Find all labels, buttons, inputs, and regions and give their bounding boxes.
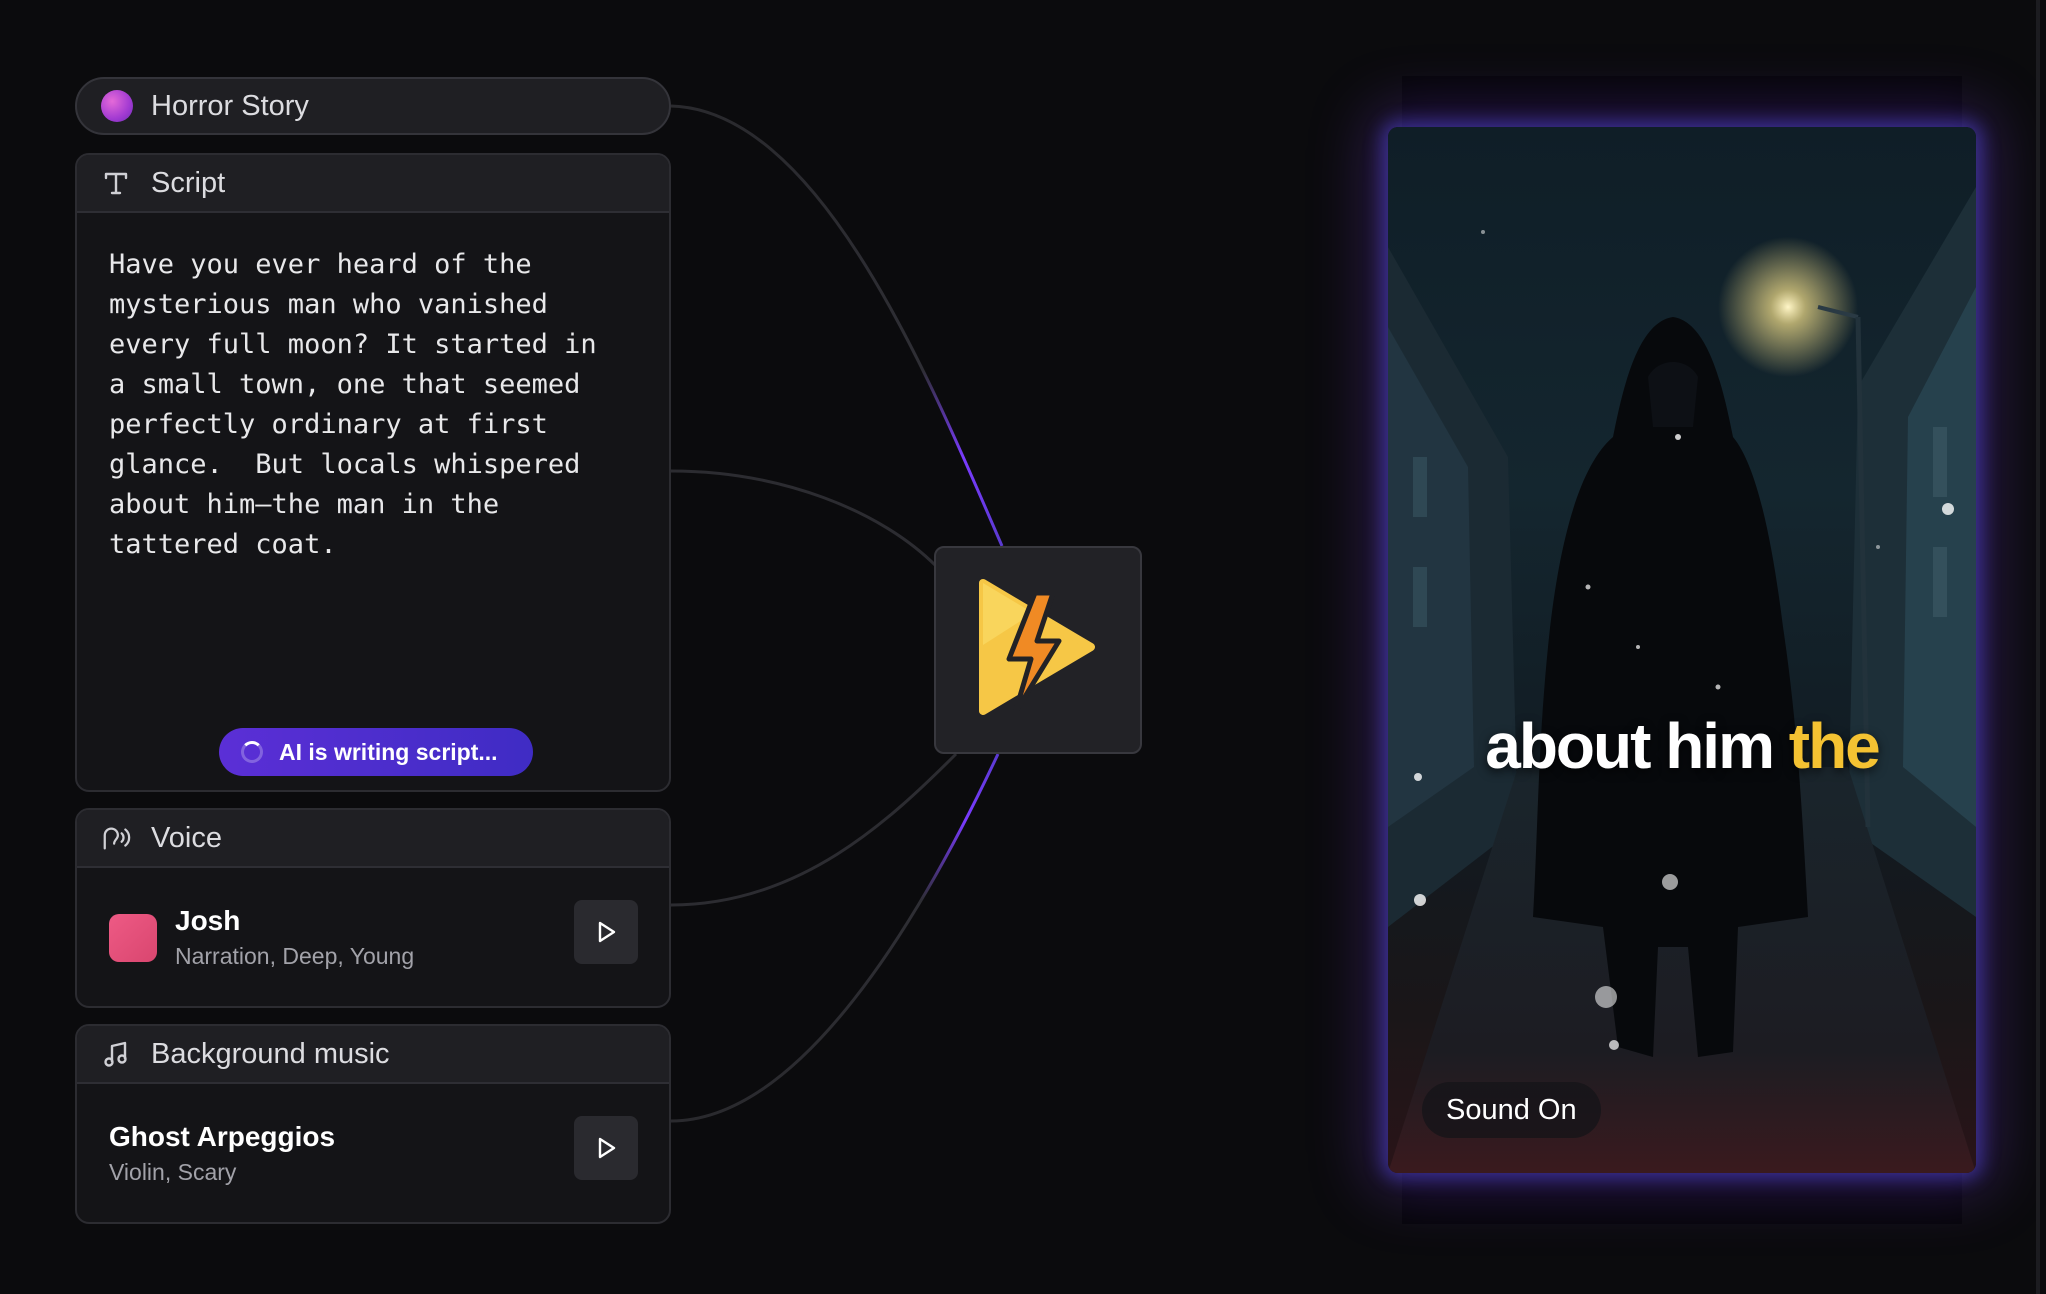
video-caption: about him the bbox=[1388, 709, 1976, 783]
script-text[interactable]: Have you ever heard of the mysterious ma… bbox=[77, 213, 669, 565]
voice-avatar bbox=[109, 914, 157, 962]
caption-plain: about him bbox=[1485, 710, 1789, 782]
text-type-icon bbox=[101, 168, 131, 198]
background-music-card: Background music Ghost Arpeggios Violin,… bbox=[75, 1024, 671, 1224]
right-edge-divider bbox=[2036, 0, 2040, 1294]
topic-color-dot bbox=[101, 90, 133, 122]
music-play-button[interactable] bbox=[574, 1116, 638, 1180]
script-card-title: Script bbox=[151, 166, 226, 199]
music-name: Ghost Arpeggios bbox=[109, 1121, 336, 1152]
script-card-header: Script bbox=[77, 155, 669, 213]
ai-status-badge: AI is writing script... bbox=[219, 728, 533, 776]
voice-wave-icon bbox=[101, 823, 131, 853]
voice-tags: Narration, Deep, Young bbox=[175, 943, 415, 969]
topic-label: Horror Story bbox=[151, 89, 309, 122]
music-note-icon bbox=[101, 1039, 131, 1069]
voice-name: Josh bbox=[175, 905, 241, 936]
ai-status-label: AI is writing script... bbox=[279, 738, 498, 765]
caption-highlight: the bbox=[1788, 710, 1881, 782]
loading-spinner-icon bbox=[241, 741, 263, 763]
sound-on-button[interactable]: Sound On bbox=[1422, 1082, 1601, 1138]
music-tags: Violin, Scary bbox=[109, 1159, 237, 1185]
voice-card: Voice Josh Narration, Deep, Young bbox=[75, 808, 671, 1008]
video-generator-node[interactable] bbox=[934, 546, 1142, 754]
wire-music bbox=[670, 753, 1000, 1123]
play-icon bbox=[598, 1137, 616, 1159]
voice-card-title: Voice bbox=[151, 821, 222, 854]
voice-card-header: Voice bbox=[77, 810, 669, 868]
preview-scene-image bbox=[1388, 187, 1976, 1173]
music-card-title: Background music bbox=[151, 1037, 390, 1070]
music-card-header: Background music bbox=[77, 1026, 669, 1084]
canvas: Horror Story Script Have you ever heard … bbox=[0, 0, 2046, 1294]
bolt-play-logo-icon bbox=[979, 579, 1095, 716]
music-row[interactable]: Ghost Arpeggios Violin, Scary bbox=[77, 1084, 669, 1222]
video-preview[interactable]: about him the Sound On bbox=[1388, 127, 1976, 1173]
voice-play-button[interactable] bbox=[574, 900, 638, 964]
topic-pill[interactable]: Horror Story bbox=[75, 77, 671, 135]
sound-on-label: Sound On bbox=[1446, 1093, 1577, 1126]
voice-row[interactable]: Josh Narration, Deep, Young bbox=[77, 868, 669, 1006]
wire-voice bbox=[670, 752, 958, 907]
script-card: Script Have you ever heard of the myster… bbox=[75, 153, 671, 792]
wire-script bbox=[670, 469, 938, 568]
wire-topic bbox=[670, 104, 1004, 547]
play-icon bbox=[598, 921, 616, 943]
